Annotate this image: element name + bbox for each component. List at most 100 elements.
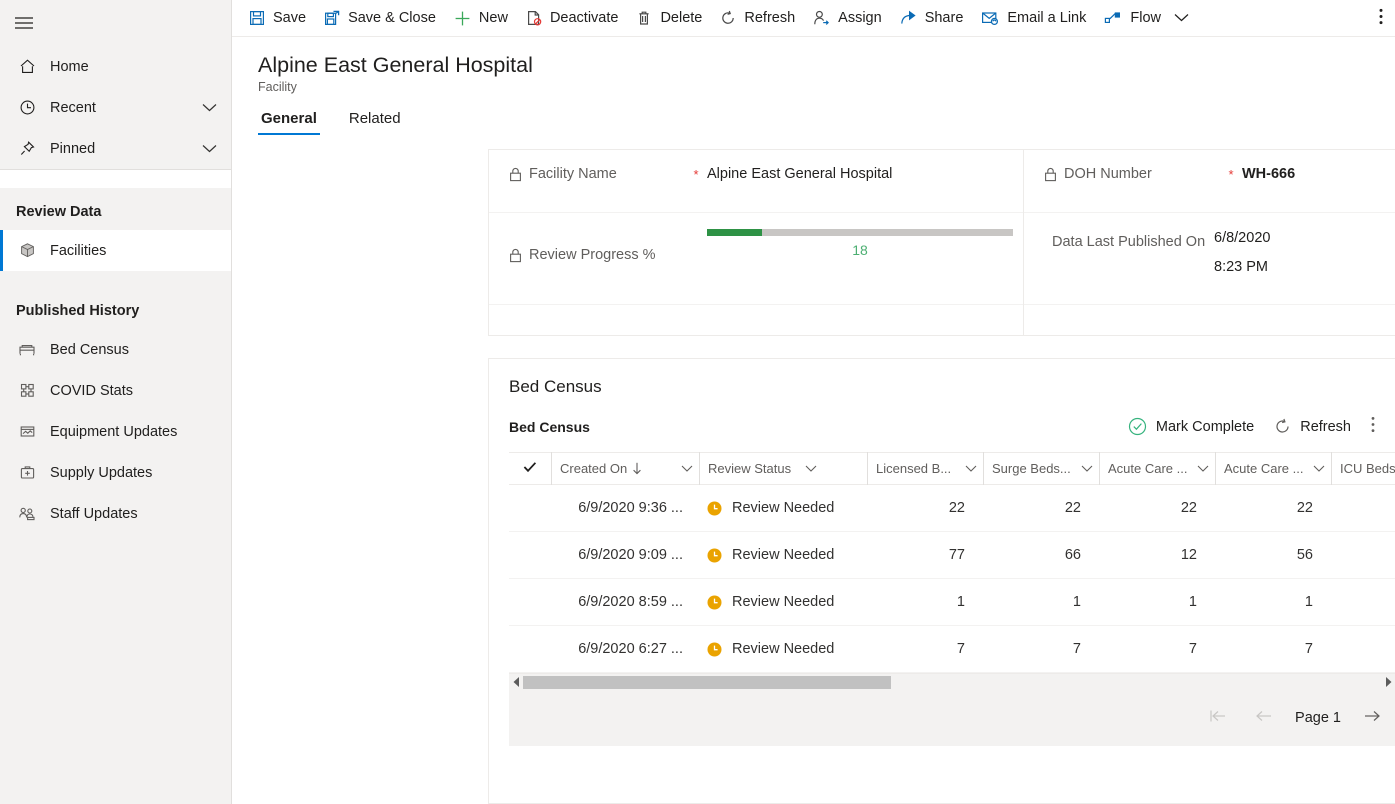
- scrollbar-thumb[interactable]: [523, 676, 891, 689]
- field-value-facility-name[interactable]: Alpine East General Hospital: [707, 166, 1023, 182]
- cell-created-on: 6/9/2020 9:09 ...: [551, 547, 699, 563]
- deactivate-icon: [526, 10, 542, 26]
- plus-icon: [454, 10, 471, 27]
- column-header-acute-care-2[interactable]: Acute Care ...: [1215, 452, 1331, 485]
- scroll-right-icon[interactable]: [1381, 677, 1395, 687]
- sidebar-group-title-review-data: Review Data: [0, 188, 231, 230]
- sidebar-item-facilities[interactable]: Facilities: [0, 230, 231, 271]
- chevron-down-icon[interactable]: [674, 465, 693, 472]
- sidebar-item-label: Supply Updates: [50, 465, 217, 481]
- chevron-down-icon[interactable]: [202, 144, 217, 153]
- sidebar-item-recent[interactable]: Recent: [0, 87, 231, 128]
- chevron-down-icon[interactable]: [202, 103, 217, 112]
- sidebar-item-covid-stats[interactable]: COVID Stats: [0, 370, 231, 411]
- tab-general[interactable]: General: [258, 110, 320, 135]
- select-all-header[interactable]: [509, 452, 551, 485]
- table-row[interactable]: 6/9/2020 6:27 ... Review Needed 7 7 7 7 …: [509, 626, 1395, 673]
- flow-dropdown-chevron[interactable]: [1170, 0, 1193, 37]
- command-bar-overflow-button[interactable]: [1373, 0, 1395, 37]
- time-value[interactable]: 8:23 PM: [1214, 259, 1395, 275]
- general-form-section: Facility Name * Alpine East General Hosp…: [488, 149, 1395, 336]
- sort-ascending-icon: [632, 462, 642, 475]
- chevron-down-icon[interactable]: [1190, 465, 1209, 472]
- chevron-down-icon[interactable]: [1074, 465, 1093, 472]
- field-value-doh-number[interactable]: WH-666: [1242, 166, 1395, 182]
- main-content: Save Save & Close: [232, 0, 1395, 804]
- sidebar-item-bed-census[interactable]: Bed Census: [0, 329, 231, 370]
- table-row[interactable]: 6/9/2020 9:36 ... Review Needed 22 22 22…: [509, 485, 1395, 532]
- bed-icon: [16, 341, 38, 358]
- cell-icu-beds-1: 7: [1331, 641, 1395, 657]
- cell-review-status: Review Needed: [699, 594, 867, 610]
- refresh-button[interactable]: Refresh: [711, 0, 804, 37]
- scrollbar-track[interactable]: [523, 674, 1381, 691]
- command-label: Flow: [1130, 10, 1161, 26]
- subgrid-refresh-button[interactable]: Refresh: [1264, 413, 1361, 440]
- previous-page-button[interactable]: [1241, 709, 1287, 727]
- field-row-data-last-published-on: Data Last Published On 6/8/2020: [1024, 213, 1395, 305]
- status-text: Review Needed: [732, 500, 834, 516]
- subgrid-header-row: Bed Census Mark Complete: [489, 397, 1395, 452]
- pin-icon: [16, 140, 38, 157]
- share-button[interactable]: Share: [891, 0, 973, 37]
- page-title: Alpine East General Hospital: [258, 51, 1395, 79]
- save-icon: [249, 10, 265, 26]
- new-button[interactable]: New: [445, 0, 517, 37]
- sidebar-item-pinned[interactable]: Pinned: [0, 128, 231, 169]
- sidebar-spacer: [0, 271, 231, 287]
- column-label: Surge Beds...: [992, 461, 1071, 476]
- cell-surge-beds: 22: [983, 500, 1099, 516]
- date-value[interactable]: 6/8/2020: [1214, 230, 1395, 246]
- chevron-down-icon[interactable]: [1306, 465, 1325, 472]
- sidebar-item-label: Equipment Updates: [50, 424, 217, 440]
- chevron-down-icon[interactable]: [958, 465, 977, 472]
- column-header-surge-beds[interactable]: Surge Beds...: [983, 452, 1099, 485]
- save-and-close-button[interactable]: Save & Close: [315, 0, 445, 37]
- next-page-button[interactable]: [1349, 709, 1385, 727]
- site-map-toggle[interactable]: [0, 0, 231, 46]
- trash-icon: [636, 10, 652, 26]
- subgrid-pager: Page 1: [509, 690, 1395, 746]
- scroll-left-icon[interactable]: [509, 677, 523, 687]
- lock-icon: [1044, 166, 1057, 186]
- field-label-data-last-published-on: Data Last Published On: [1024, 229, 1214, 253]
- flow-button[interactable]: Flow: [1095, 0, 1170, 37]
- chevron-down-icon[interactable]: [798, 465, 817, 472]
- cell-created-on: 6/9/2020 9:36 ...: [551, 500, 699, 516]
- column-header-licensed-beds[interactable]: Licensed B...: [867, 452, 983, 485]
- horizontal-scrollbar[interactable]: [509, 673, 1395, 690]
- refresh-icon: [1274, 418, 1291, 435]
- action-label: Refresh: [1300, 419, 1351, 435]
- command-label: Refresh: [744, 10, 795, 26]
- column-label: Acute Care ...: [1224, 461, 1303, 476]
- mark-complete-button[interactable]: Mark Complete: [1118, 412, 1264, 441]
- tab-related[interactable]: Related: [346, 110, 404, 135]
- table-row[interactable]: 6/9/2020 8:59 ... Review Needed 1 1 1 1 …: [509, 579, 1395, 626]
- cell-created-on: 6/9/2020 6:27 ...: [551, 641, 699, 657]
- email-a-link-button[interactable]: Email a Link: [972, 0, 1095, 37]
- save-button[interactable]: Save: [240, 0, 315, 37]
- column-header-icu-beds-1[interactable]: ICU Beds (...: [1331, 452, 1395, 485]
- required-indicator: *: [685, 166, 707, 182]
- page-number-label: Page 1: [1287, 710, 1349, 726]
- sidebar-item-equipment-updates[interactable]: Equipment Updates: [0, 411, 231, 452]
- sidebar: Home Recent Pinned: [0, 0, 232, 804]
- sidebar-item-home[interactable]: Home: [0, 46, 231, 87]
- command-label: Save: [273, 10, 306, 26]
- column-header-created-on[interactable]: Created On: [551, 452, 699, 485]
- field-label-facility-name: Facility Name: [489, 166, 685, 186]
- delete-button[interactable]: Delete: [627, 0, 711, 37]
- sidebar-item-supply-updates[interactable]: Supply Updates: [0, 452, 231, 493]
- deactivate-button[interactable]: Deactivate: [517, 0, 628, 37]
- subgrid-section-title: Bed Census: [489, 359, 1395, 397]
- form-column-right: DOH Number * WH-666 Data Last Published …: [1023, 150, 1395, 335]
- column-header-review-status[interactable]: Review Status: [699, 452, 867, 485]
- column-header-acute-care-1[interactable]: Acute Care ...: [1099, 452, 1215, 485]
- sidebar-top-group: Home Recent Pinned: [0, 46, 231, 169]
- table-row[interactable]: 6/9/2020 9:09 ... Review Needed 77 66 12…: [509, 532, 1395, 579]
- sidebar-item-staff-updates[interactable]: Staff Updates: [0, 493, 231, 534]
- assign-button[interactable]: Assign: [804, 0, 891, 37]
- subgrid-overflow-button[interactable]: [1361, 411, 1385, 442]
- field-value-review-progress[interactable]: 18: [707, 229, 1023, 258]
- first-page-button[interactable]: [1195, 709, 1241, 727]
